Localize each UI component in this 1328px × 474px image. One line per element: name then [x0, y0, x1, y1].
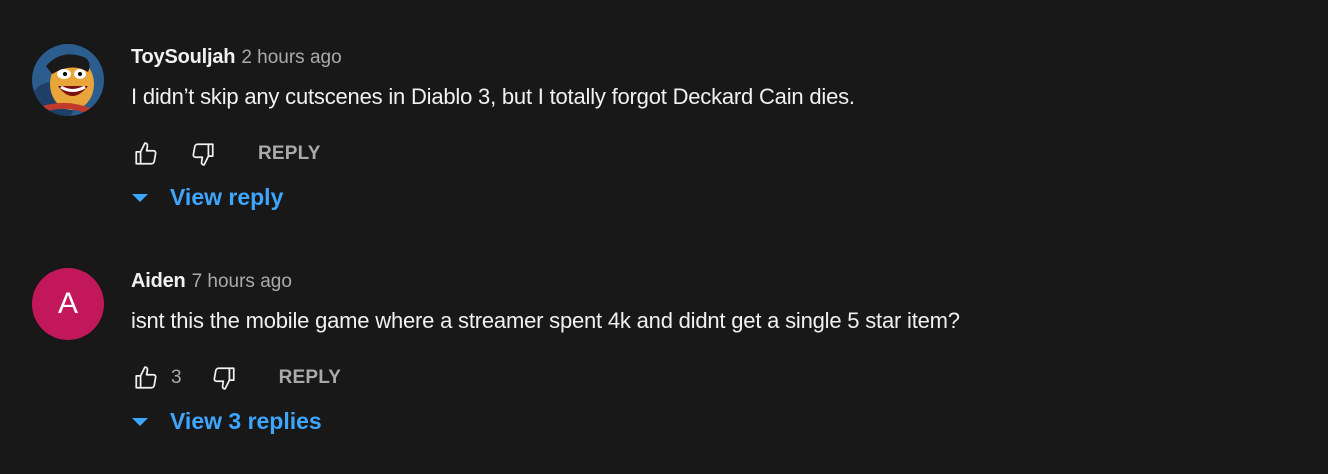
avatar[interactable] [32, 44, 104, 116]
like-button[interactable] [131, 363, 161, 393]
comments-section: ToySouljah 2 hours ago I didn’t skip any … [0, 0, 1328, 474]
caret-down-icon [132, 417, 148, 426]
dislike-button[interactable] [209, 363, 239, 393]
thumbs-up-icon [135, 366, 157, 389]
caret-down-icon [132, 193, 148, 202]
thumbs-down-icon [213, 367, 235, 390]
avatar-letter: A [57, 287, 78, 320]
reply-button[interactable]: REPLY [258, 143, 321, 165]
avatar[interactable]: A [32, 268, 104, 340]
comment-actions: REPLY [131, 136, 321, 172]
thumbs-down-icon [192, 143, 214, 166]
author-name[interactable]: Aiden [131, 270, 186, 292]
comment-text: I didn’t skip any cutscenes in Diablo 3,… [131, 84, 855, 109]
author-name[interactable]: ToySouljah [131, 46, 236, 68]
view-replies-label: View 3 replies [170, 408, 322, 434]
cartoon-face-avatar-icon [32, 44, 104, 116]
comment-header: Aiden 7 hours ago [131, 270, 292, 293]
view-replies-label: View reply [170, 184, 284, 210]
comment-actions: 3 REPLY [131, 360, 341, 396]
timestamp[interactable]: 2 hours ago [241, 47, 341, 68]
comment-header: ToySouljah 2 hours ago [131, 46, 342, 69]
like-button[interactable] [131, 139, 161, 169]
view-replies-button[interactable]: View reply [131, 184, 283, 211]
dislike-button[interactable] [188, 139, 218, 169]
thumbs-up-icon [135, 142, 157, 165]
reply-button[interactable]: REPLY [279, 367, 342, 389]
comment-text: isnt this the mobile game where a stream… [131, 308, 960, 333]
like-count: 3 [171, 367, 182, 388]
timestamp[interactable]: 7 hours ago [192, 271, 292, 292]
view-replies-button[interactable]: View 3 replies [131, 408, 322, 435]
